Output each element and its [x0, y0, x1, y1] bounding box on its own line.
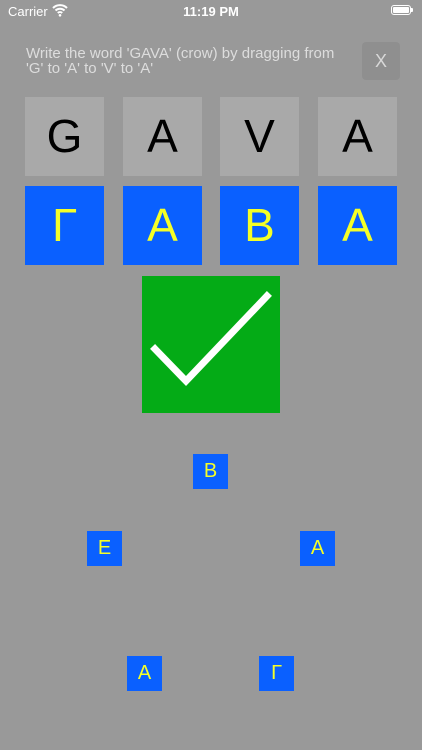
success-indicator [142, 276, 280, 413]
answer-slot-4: А [318, 186, 397, 265]
option-letter-top[interactable]: В [193, 454, 228, 489]
target-letter-2: A [123, 97, 202, 176]
answer-slot-2: А [123, 186, 202, 265]
option-letter-right[interactable]: А [300, 531, 335, 566]
option-letter-bottom-right[interactable]: Г [259, 656, 294, 691]
option-letter-left[interactable]: Е [87, 531, 122, 566]
close-button[interactable]: X [362, 42, 400, 80]
answer-slot-1: Г [25, 186, 104, 265]
target-letter-4: A [318, 97, 397, 176]
clock: 11:19 PM [183, 4, 239, 19]
checkmark-icon [150, 291, 272, 387]
target-letter-1: G [25, 97, 104, 176]
battery-icon [391, 5, 413, 15]
option-letter-bottom-left[interactable]: А [127, 656, 162, 691]
target-letter-3: V [220, 97, 299, 176]
answer-slot-3: В [220, 186, 299, 265]
instruction-text: Write the word 'GAVA' (crow) by dragging… [26, 45, 335, 77]
status-bar: Carrier 11:19 PM [0, 0, 422, 24]
